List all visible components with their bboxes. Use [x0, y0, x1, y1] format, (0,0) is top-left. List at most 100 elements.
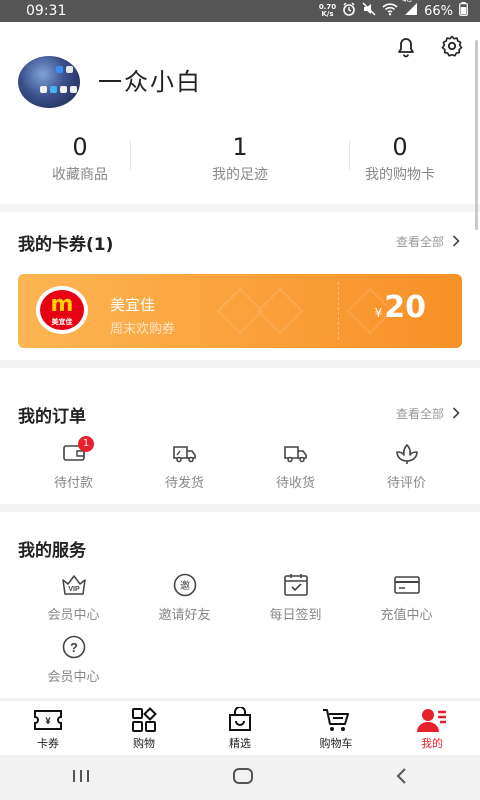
svg-text:VIP: VIP	[68, 586, 80, 593]
delivery-icon	[240, 440, 351, 466]
header-actions	[394, 34, 464, 62]
recent-apps-icon[interactable]	[71, 768, 91, 788]
stat-value: 0	[72, 133, 88, 161]
service-invite-friends[interactable]: 邀 邀请好友	[129, 572, 240, 623]
grid-icon	[96, 707, 192, 733]
orders-row: 1 待付款 待发货 待收货 待评价	[0, 436, 480, 491]
network-type: 4G	[402, 0, 412, 4]
profile-header: 一众小白 0 收藏商品 1 我的足迹 0 我的购物卡	[0, 22, 480, 204]
orders-title: 我的订单	[18, 407, 86, 427]
order-pending-review[interactable]: 待评价	[351, 440, 462, 491]
view-all-label: 查看全部	[395, 235, 444, 249]
view-all-label: 查看全部	[395, 407, 444, 421]
order-label: 待发货	[164, 476, 204, 491]
service-daily-checkin[interactable]: 每日签到	[240, 572, 351, 623]
truck-icon	[129, 440, 240, 466]
network-speed-unit: K/s	[321, 10, 334, 18]
profile-stats: 0 收藏商品 1 我的足迹 0 我的购物卡	[0, 132, 480, 184]
service-vip-center[interactable]: VIP 会员中心	[18, 572, 129, 623]
order-label: 待付款	[53, 476, 93, 491]
stat-value: 1	[232, 133, 248, 161]
stat-label: 我的购物卡	[365, 167, 435, 183]
logo-letter: m	[50, 292, 74, 317]
service-label: 会员中心	[47, 670, 100, 685]
service-label: 会员中心	[47, 608, 100, 623]
svg-text:?: ?	[70, 640, 78, 655]
stat-shopping-cards[interactable]: 0 我的购物卡	[320, 132, 480, 184]
bottom-tab-bar: ¥ 卡券 购物 精选 购物车 我的	[0, 700, 480, 755]
stat-value: 0	[392, 133, 408, 161]
services-row-1: VIP 会员中心 邀 邀请好友 每日签到 充值中心	[0, 572, 480, 623]
currency-symbol: ¥	[374, 306, 383, 320]
tab-coupons[interactable]: ¥ 卡券	[0, 701, 96, 755]
coupons-view-all[interactable]: 查看全部	[396, 232, 460, 251]
coupons-section: 我的卡券(1) 查看全部 m 美宜佳 美宜佳 周末欢购券 ¥20	[0, 212, 480, 360]
tab-featured[interactable]: 精选	[192, 701, 288, 755]
ticket-icon: ¥	[0, 707, 96, 733]
service-help-center[interactable]: ? 会员中心	[18, 634, 129, 685]
status-icons: 0.70 K/s 4G 66%	[319, 0, 468, 20]
tab-label: 购物车	[319, 737, 353, 750]
svg-text:¥: ¥	[45, 716, 50, 726]
orders-section: 我的订单 查看全部 1 待付款 待发货 待收货 待评价	[0, 368, 480, 504]
coupon-card[interactable]: m 美宜佳 美宜佳 周末欢购券 ¥20	[18, 274, 462, 348]
alarm-icon	[342, 2, 356, 20]
flower-icon	[351, 440, 462, 466]
orders-view-all[interactable]: 查看全部	[396, 404, 460, 423]
wifi-icon	[382, 2, 398, 20]
tab-cart[interactable]: 购物车	[288, 701, 384, 755]
unpaid-badge: 1	[78, 436, 94, 452]
chevron-right-icon	[452, 232, 460, 251]
coupon-name: 美宜佳	[110, 296, 156, 314]
status-bar: 09:31 0.70 K/s 4G 66%	[0, 0, 480, 22]
meiyijia-logo: m 美宜佳	[36, 286, 88, 334]
services-section: 我的服务 VIP 会员中心 邀 邀请好友 每日签到 充值中心 ? 会员中心	[0, 512, 480, 698]
network-speed: 0.70 K/s	[319, 4, 336, 18]
service-label: 邀请好友	[158, 608, 211, 623]
tab-label: 购物	[133, 737, 155, 750]
order-pending-payment[interactable]: 1 待付款	[18, 436, 129, 491]
tab-mine[interactable]: 我的	[384, 701, 480, 755]
back-icon[interactable]	[395, 767, 409, 789]
settings-gear-icon[interactable]	[440, 34, 464, 62]
home-icon[interactable]	[232, 767, 254, 789]
stat-label: 我的足迹	[212, 167, 268, 183]
service-label: 充值中心	[380, 608, 433, 623]
system-navigation-bar	[0, 755, 480, 800]
services-row-2: ? 会员中心	[0, 634, 480, 685]
tab-label: 卡券	[37, 737, 59, 750]
chevron-right-icon	[452, 404, 460, 423]
coupon-amount: ¥20	[375, 290, 426, 325]
order-pending-shipment[interactable]: 待发货	[129, 440, 240, 491]
service-label: 每日签到	[269, 608, 322, 623]
stat-favorites[interactable]: 0 收藏商品	[0, 132, 160, 184]
order-label: 待收货	[275, 476, 315, 491]
bell-icon[interactable]	[394, 34, 418, 62]
tab-label: 我的	[421, 737, 443, 750]
order-pending-receipt[interactable]: 待收货	[240, 440, 351, 491]
amount-value: 20	[384, 290, 426, 325]
coupons-title: 我的卡券(1)	[18, 235, 114, 255]
services-title: 我的服务	[18, 541, 86, 561]
cart-icon	[288, 707, 384, 733]
status-time: 09:31	[26, 3, 67, 19]
tab-label: 精选	[229, 737, 251, 750]
card-icon	[351, 572, 462, 598]
stat-footprints[interactable]: 1 我的足迹	[130, 132, 350, 184]
username[interactable]: 一众小白	[98, 62, 202, 97]
user-icon	[384, 707, 480, 733]
service-recharge-center[interactable]: 充值中心	[351, 572, 462, 623]
wallet-icon	[18, 440, 129, 466]
avatar[interactable]	[18, 56, 80, 108]
battery-percent: 66%	[424, 3, 453, 19]
bag-icon	[192, 707, 288, 733]
scrollbar[interactable]	[475, 40, 478, 230]
calendar-check-icon	[240, 572, 351, 598]
coupon-description: 周末欢购券	[110, 322, 176, 337]
question-icon: ?	[18, 634, 129, 660]
signal-icon: 4G	[402, 0, 418, 20]
order-label: 待评价	[386, 476, 426, 491]
tab-shopping[interactable]: 购物	[96, 701, 192, 755]
invite-icon: 邀	[129, 572, 240, 598]
mute-icon	[362, 2, 376, 20]
